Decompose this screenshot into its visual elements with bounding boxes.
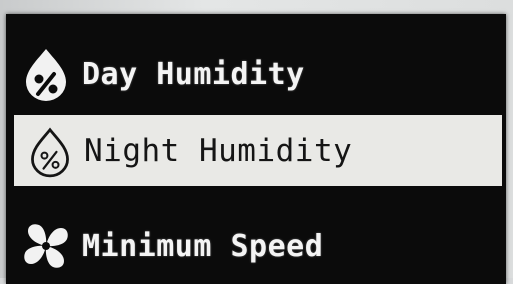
menu-item-minimum-speed[interactable]: Minimum Speed xyxy=(6,210,506,282)
device-bezel: Day Humidity Night Humidity Minimum Spee… xyxy=(0,0,513,284)
menu-item-label: Minimum Speed xyxy=(82,228,324,264)
humidity-drop-icon xyxy=(26,49,66,101)
display-screen: Day Humidity Night Humidity Minimum Spee… xyxy=(6,14,506,284)
menu-item-label: Night Humidity xyxy=(84,132,353,169)
menu-item-night-humidity[interactable]: Night Humidity xyxy=(14,115,502,186)
menu-item-label: Day Humidity xyxy=(82,56,305,92)
menu-item-day-humidity[interactable]: Day Humidity xyxy=(6,38,506,110)
fan-icon xyxy=(24,224,68,268)
humidity-drop-icon xyxy=(31,127,69,177)
